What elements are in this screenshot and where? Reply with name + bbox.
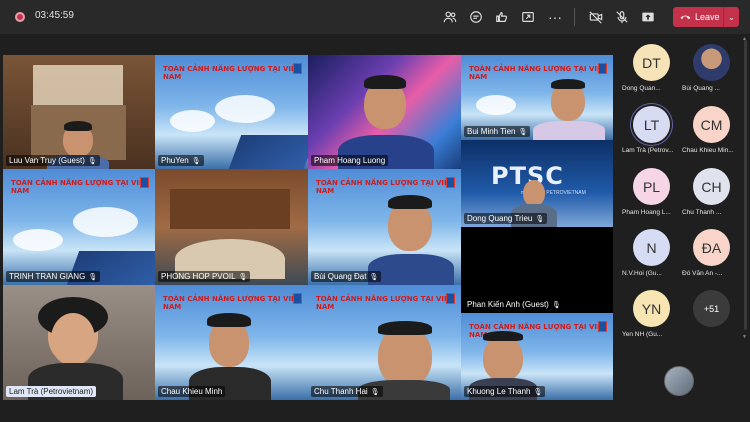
avatar: N: [633, 229, 670, 266]
petrovietnam-logo: [446, 177, 455, 188]
participant-name: Luu Van Truy (Guest) 🎙: [6, 155, 100, 166]
banner-title: TOÀN CẢNH NĂNG LƯỢNG TẠI VIỆT NAM: [316, 295, 454, 311]
petrovietnam-logo: [140, 177, 149, 188]
mic-icon: 🎙: [87, 158, 97, 165]
roster-name: Chau Khieu Min...: [682, 147, 734, 154]
roster-name: N.V.Hoi (Gu...: [622, 270, 662, 277]
banner-title: TOÀN CẢNH NĂNG LƯỢNG TẠI VIỆT NAM: [163, 295, 301, 311]
avatar: LT: [633, 106, 670, 143]
banner-title: TOÀN CẢNH NĂNG LƯỢNG TẠI VIỆT NAM: [469, 65, 607, 81]
react-icon[interactable]: [493, 8, 511, 26]
video-tile[interactable]: Pham Hoang Luong: [308, 55, 461, 169]
participant-name: Chu Thanh Hai 🎙: [311, 386, 383, 397]
video-tile[interactable]: TOÀN CẢNH NĂNG LƯỢNG TẠI VIỆT NAM Bui Mi…: [461, 55, 613, 140]
chat-icon[interactable]: [467, 8, 485, 26]
video-tile[interactable]: Phan Kiến Anh (Guest) 🎙: [461, 227, 613, 313]
avatar: CM: [693, 106, 730, 143]
avatar: DT: [633, 44, 670, 81]
roster-scrollbar[interactable]: [744, 40, 747, 330]
video-tile[interactable]: TOÀN CẢNH NĂNG LƯỢNG TẠI VIỆT NAM TRINH …: [3, 169, 155, 285]
roster-name: Dong Quan...: [622, 85, 661, 92]
roster-name: Bùi Quang ...: [682, 85, 720, 92]
people-icon[interactable]: [441, 8, 459, 26]
more-icon[interactable]: ···: [546, 8, 564, 26]
more-participants-button[interactable]: +51: [682, 284, 740, 344]
video-tile[interactable]: TOÀN CẢNH NĂNG LƯỢNG TẠI VIỆT NAM Chu Th…: [308, 285, 461, 400]
chevron-down-icon[interactable]: ⌄: [723, 7, 739, 27]
camera-off-icon[interactable]: [587, 8, 605, 26]
recording-icon: [15, 12, 25, 22]
roster-name: Chu Thanh ...: [682, 209, 722, 216]
banner-title: TOÀN CẢNH NĂNG LƯỢNG TẠI VIỆT NAM: [163, 65, 301, 81]
share-screen-icon[interactable]: [639, 8, 657, 26]
participant-name: PHONG HOP PVOIL 🎙: [158, 271, 251, 282]
avatar: PL: [633, 168, 670, 205]
meeting-toolbar: 03:45:59 ··· Leave ⌄: [0, 0, 750, 34]
roster-name: Pham Hoang L...: [622, 209, 671, 216]
mic-icon: 🎙: [551, 302, 561, 309]
roster-item[interactable]: YN Yen NH (Gu...: [622, 284, 680, 344]
participant-name: Khuong Le Thanh 🎙: [464, 386, 546, 397]
share-tray-icon[interactable]: [519, 8, 537, 26]
mic-icon: 🎙: [535, 216, 545, 223]
participant-name: Dong Quang Trieu 🎙: [464, 213, 548, 224]
roster-item[interactable]: DT Dong Quan...: [622, 38, 680, 98]
roster-item[interactable]: CH Chu Thanh ...: [682, 162, 740, 222]
avatar-photo: [693, 44, 730, 81]
video-tile[interactable]: PHONG HOP PVOIL 🎙: [155, 169, 308, 285]
mic-icon: 🎙: [533, 389, 543, 396]
participant-roster: DT Dong Quan... Bùi Quang ... LT Lam Trà…: [620, 34, 750, 422]
leave-button[interactable]: Leave ⌄: [673, 7, 739, 27]
more-count: +51: [693, 290, 730, 327]
self-view-avatar[interactable]: [664, 366, 694, 396]
mic-icon: 🎙: [191, 158, 201, 165]
roster-item[interactable]: PL Pham Hoang L...: [622, 162, 680, 222]
mic-icon: 🎙: [369, 274, 379, 281]
video-tile[interactable]: Luu Van Truy (Guest) 🎙: [3, 55, 155, 169]
hang-up-icon: [680, 15, 691, 20]
petrovietnam-logo: [598, 63, 607, 74]
participant-name: Chau Khieu Minh: [158, 386, 226, 397]
participant-name: Bùi Quang Đạt 🎙: [311, 271, 382, 282]
leave-label: Leave: [695, 12, 720, 22]
participant-name: Lam Trà (Petrovietnam): [6, 386, 97, 397]
roster-item[interactable]: N N.V.Hoi (Gu...: [622, 223, 680, 283]
avatar: CH: [693, 168, 730, 205]
banner-title: TOÀN CẢNH NĂNG LƯỢNG TẠI VIỆT NAM: [11, 179, 149, 195]
mic-icon: 🎙: [238, 274, 248, 281]
participant-name: Pham Hoang Luong: [311, 155, 389, 166]
roster-name: Đỗ Văn An -...: [682, 270, 723, 277]
video-tile[interactable]: TOÀN CẢNH NĂNG LƯỢNG TẠI VIỆT NAM Chau K…: [155, 285, 308, 400]
petrovietnam-logo: [293, 293, 302, 304]
toolbar-divider: [574, 8, 575, 26]
petrovietnam-logo: [598, 321, 607, 332]
roster-item[interactable]: Bùi Quang ...: [682, 38, 740, 98]
roster-item[interactable]: LT Lam Trà (Petrov...: [622, 100, 680, 160]
video-grid: Luu Van Truy (Guest) 🎙 TOÀN CẢNH NĂNG LƯỢ…: [3, 55, 613, 400]
banner-title: TOÀN CẢNH NĂNG LƯỢNG TẠI VIỆT NAM: [316, 179, 454, 195]
participant-name: TRINH TRAN GIANG 🎙: [6, 271, 101, 282]
roster-item[interactable]: CM Chau Khieu Min...: [682, 100, 740, 160]
video-tile[interactable]: Lam Trà (Petrovietnam): [3, 285, 155, 400]
video-tile[interactable]: TOÀN CẢNH NĂNG LƯỢNG TẠI VIỆT NAM Khuong…: [461, 313, 613, 400]
roster-name: Yen NH (Gu...: [622, 331, 663, 338]
participant-name: Bui Minh Tien 🎙: [464, 126, 531, 137]
video-tile[interactable]: PTSC member of PETROVIETNAM Dong Quang T…: [461, 140, 613, 227]
participant-name: Phan Kiến Anh (Guest) 🎙: [467, 300, 561, 309]
video-tile[interactable]: TOÀN CẢNH NĂNG LƯỢNG TẠI VIỆT NAM Bùi Qu…: [308, 169, 461, 285]
participant-name: PhuYen 🎙: [158, 155, 204, 166]
avatar: ĐA: [693, 229, 730, 266]
video-tile[interactable]: TOÀN CẢNH NĂNG LƯỢNG TẠI VIỆT NAM PhuYen…: [155, 55, 308, 169]
meeting-timer: 03:45:59: [35, 10, 74, 21]
petrovietnam-logo: [446, 293, 455, 304]
mic-off-icon[interactable]: [613, 8, 631, 26]
avatar: YN: [633, 290, 670, 327]
mic-icon: 🎙: [370, 389, 380, 396]
mic-icon: 🎙: [88, 274, 98, 281]
petrovietnam-logo: [293, 63, 302, 74]
scroll-down-icon[interactable]: ▼: [742, 334, 747, 340]
mic-icon: 🎙: [518, 129, 528, 136]
roster-name: Lam Trà (Petrov...: [622, 147, 674, 154]
roster-item[interactable]: ĐA Đỗ Văn An -...: [682, 223, 740, 283]
